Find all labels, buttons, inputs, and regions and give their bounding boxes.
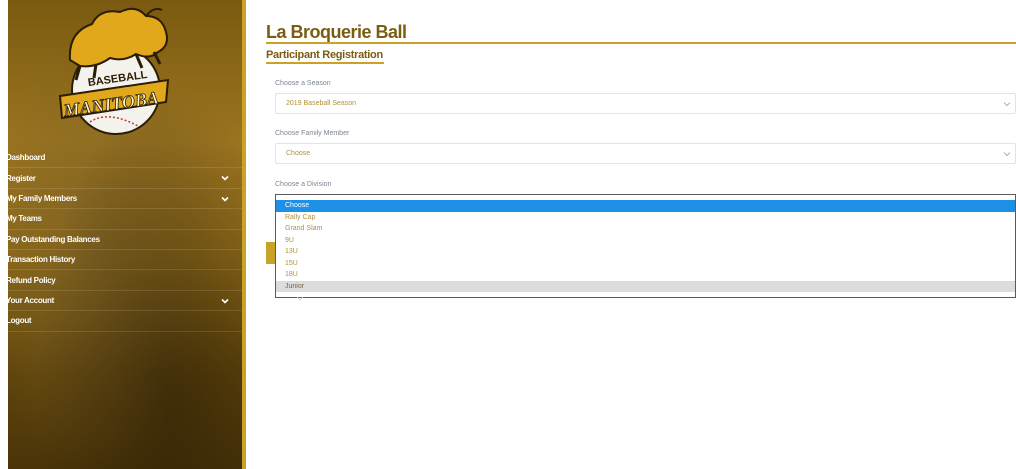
sidebar-item-label: Pay Outstanding Balances <box>6 234 100 244</box>
division-label: Choose a Division <box>275 181 332 188</box>
sidebar-nav: Dashboard Register My Family Members My Tea… <box>6 148 242 332</box>
family-member-label: Choose Family Member <box>275 130 350 137</box>
sidebar-item-label: My Family Members <box>6 193 77 203</box>
sidebar-item-label: Refund Policy <box>6 275 56 285</box>
division-dropdown-list[interactable]: Choose Rally Cap Grand Slam 9U 13U 15U 18U Juni… <box>275 194 1016 298</box>
sidebar-item-label: Transaction History <box>6 255 75 265</box>
division-option[interactable]: 13U <box>276 246 1015 258</box>
sidebar-item-my-family-members[interactable]: My Family Members <box>6 189 242 210</box>
sidebar-item-label: My Teams <box>6 214 42 224</box>
sidebar-item-label: Dashboard <box>6 153 46 163</box>
division-option[interactable]: 15U <box>276 258 1015 270</box>
sidebar-item-label: Register <box>6 173 36 183</box>
chevron-down-icon[interactable] <box>220 194 230 204</box>
family-member-select-value: Choose <box>286 150 311 157</box>
chevron-down-icon <box>1003 102 1011 107</box>
family-member-select[interactable]: Choose <box>275 143 1016 164</box>
chevron-down-icon[interactable] <box>220 173 230 183</box>
sidebar-item-your-account[interactable]: Your Account <box>6 291 242 312</box>
season-label: Choose a Season <box>275 80 331 87</box>
sidebar-item-refund-policy[interactable]: Refund Policy <box>6 270 242 291</box>
sidebar-item-dashboard[interactable]: Dashboard <box>6 148 242 169</box>
division-option[interactable]: 18U <box>276 269 1015 281</box>
main-content: La Broquerie Ball Participant Registrati… <box>266 0 1016 469</box>
sidebar: BASEBALL MANITOBA Dashboard Register My Fa… <box>0 0 246 469</box>
sidebar-item-my-teams[interactable]: My Teams <box>6 209 242 230</box>
season-select[interactable]: 2019 Baseball Season <box>275 93 1016 114</box>
sidebar-item-logout[interactable]: Logout <box>6 311 242 332</box>
season-select-value: 2019 Baseball Season <box>286 100 357 107</box>
sidebar-item-label: Your Account <box>6 295 54 305</box>
page-subtitle: Participant Registration <box>266 49 383 61</box>
chevron-down-icon <box>296 296 304 301</box>
baseball-manitoba-logo[interactable]: BASEBALL MANITOBA <box>50 2 178 142</box>
continue-button-partial[interactable] <box>266 242 275 264</box>
subtitle-divider <box>266 62 384 64</box>
chevron-down-icon <box>1003 152 1011 157</box>
division-option[interactable]: 9U <box>276 235 1015 247</box>
division-option[interactable]: Junior <box>276 280 1015 292</box>
sidebar-item-transaction-history[interactable]: Transaction History <box>6 250 242 271</box>
page-title: La Broquerie Ball <box>266 22 407 42</box>
division-option[interactable]: Choose <box>276 200 1015 212</box>
sidebar-item-pay-outstanding-balances[interactable]: Pay Outstanding Balances <box>6 230 242 250</box>
chevron-down-icon[interactable] <box>220 296 230 306</box>
division-option[interactable]: Rally Cap <box>276 212 1015 224</box>
title-divider <box>266 42 1016 44</box>
sidebar-item-register[interactable]: Register <box>6 168 242 189</box>
sidebar-item-label: Logout <box>6 316 32 326</box>
division-option[interactable]: Grand Slam <box>276 223 1015 235</box>
